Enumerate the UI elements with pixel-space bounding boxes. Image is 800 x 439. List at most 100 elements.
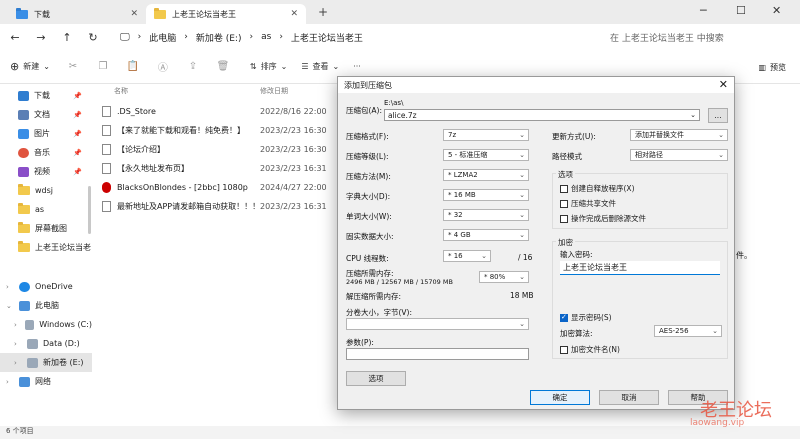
level-select[interactable]: 5 - 标准压缩 ⌄ [443,149,529,161]
enc-method-label: 加密算法: [560,329,593,338]
refresh-icon[interactable]: ↻ [82,31,104,44]
pathmode-value: 相对路径 [635,151,663,159]
archive-label: 压缩包(A): [346,106,383,115]
browse-button[interactable]: ... [708,108,728,123]
chevron-right-icon: › [14,320,17,329]
forward-arrow-icon[interactable]: → [30,31,52,44]
sidebar-item-downloads[interactable]: 下载 📌 [0,86,92,105]
sidebar-label: 下载 [34,91,50,100]
format-select[interactable]: 7z ⌄ [443,129,529,141]
sidebar-item-screenshots[interactable]: 屏幕截图 [0,219,92,238]
mem-percent-select[interactable]: * 80% ⌄ [479,271,529,283]
up-arrow-icon[interactable]: ↑ [56,31,78,44]
close-icon[interactable]: ✕ [719,78,728,91]
rename-icon[interactable]: Ⓐ [156,59,170,74]
chevron-down-icon: ⌄ [280,62,288,71]
chevron-down-icon: ⌄ [332,62,340,71]
sidebar-item-videos[interactable]: 视频 📌 [0,162,92,181]
pathmode-select[interactable]: 相对路径 ⌄ [630,149,728,161]
view-button[interactable]: ☰ 查看 ⌄ [301,61,339,72]
network-icon [19,376,30,387]
password-value: 上老王论坛当老王 [563,263,627,272]
crumb-pc[interactable]: 此电脑 [149,31,176,44]
archive-name-combo[interactable]: alice.7z ⌄ [384,109,700,121]
chevron-down-icon: ⌄ [519,211,525,219]
file-date: 2022/8/16 22:00 [260,107,327,116]
crumb-separator-icon: › [137,32,142,42]
mem-decomp-value: 18 MB [510,291,534,300]
cut-icon[interactable]: ✂ [66,61,80,72]
show-password-checkbox[interactable]: 显示密码(S) [560,312,612,323]
crumb-separator-icon: › [279,32,283,42]
threads-select[interactable]: * 16 ⌄ [443,250,491,262]
delete-icon[interactable]: 🗑 [216,61,230,72]
sidebar-item-network[interactable]: › 网络 [0,372,92,391]
close-tab-icon[interactable]: ✕ [130,9,138,19]
ok-button[interactable]: 确定 [530,390,590,405]
sidebar-item-wdsj[interactable]: wdsj [0,181,92,200]
sidebar-label: Data (D:) [43,339,80,348]
sidebar-item-drive-e[interactable]: › 新加卷 (E:) [0,353,92,372]
sidebar-item-music[interactable]: 音乐 📌 [0,143,92,162]
crumb-current[interactable]: 上老王论坛当老王 [291,31,363,44]
navigation-pane: 下载 📌 文档 📌 图片 📌 音乐 📌 视频 📌 wdsj as 屏幕截图 上老王论坛当老… [0,84,92,426]
level-label: 压缩等级(L): [346,152,389,161]
encryption-group-title: 加密 [556,237,575,248]
options-button[interactable]: 选项 [346,371,406,386]
method-label: 压缩方法(M): [346,172,391,181]
sort-button[interactable]: ⇅ 排序 ⌄ [250,61,287,72]
crumb-as[interactable]: as [261,32,271,42]
dict-select[interactable]: * 16 MB ⌄ [443,189,529,201]
new-tab-icon[interactable]: + [318,5,328,19]
preview-button[interactable]: ▥ 预览 [758,62,786,73]
back-arrow-icon[interactable]: ← [4,31,26,44]
more-button[interactable]: ··· [353,62,361,71]
minimize-button[interactable]: ─ [700,4,707,17]
password-input[interactable]: 上老王论坛当老王 [560,261,720,275]
delete-source-checkbox[interactable]: 操作完成后删除源文件 [560,213,646,224]
sidebar-item-drive-c[interactable]: › Windows (C:) [0,315,92,334]
crumb-drive[interactable]: 新加卷 (E:) [196,31,242,44]
encrypt-names-checkbox[interactable]: 加密文件名(N) [560,344,620,355]
column-header-date[interactable]: 修改日期 [260,86,288,96]
folder-icon [154,7,166,19]
view-label: 查看 [312,62,329,71]
checkbox-icon [560,199,568,208]
shared-files-checkbox[interactable]: 压缩共享文件 [560,198,616,209]
paste-icon[interactable]: 📋 [126,61,140,72]
folder-icon [18,241,30,252]
sidebar-item-as[interactable]: as [0,200,92,219]
sidebar-item-documents[interactable]: 文档 📌 [0,105,92,124]
column-header-name[interactable]: 名称 [114,86,128,96]
split-select[interactable]: ⌄ [346,318,529,330]
sidebar-item-pictures[interactable]: 图片 📌 [0,124,92,143]
close-window-button[interactable]: ✕ [772,4,781,17]
word-select[interactable]: * 32 ⌄ [443,209,529,221]
sidebar-item-this-pc[interactable]: ⌄ 此电脑 [0,296,92,315]
download-folder-icon [16,7,28,19]
sidebar-item-drive-d[interactable]: › Data (D:) [0,334,92,353]
cancel-button[interactable]: 取消 [599,390,659,405]
search-input[interactable]: 在 上老王论坛当老王 中搜索 [600,28,796,46]
sidebar-item-onedrive[interactable]: › OneDrive [0,277,92,296]
tab-current-folder[interactable]: 上老王论坛当老王 ✕ [146,4,306,24]
tab-downloads[interactable]: 下载 ✕ [8,4,146,24]
enc-method-select[interactable]: AES-256 ⌄ [654,325,722,337]
new-button[interactable]: ⊕ 新建 ⌄ [10,60,50,73]
options-group-title: 选项 [556,169,575,180]
update-select[interactable]: 添加并替换文件 ⌄ [630,129,728,141]
sidebar-item-current[interactable]: 上老王论坛当老 [0,238,92,257]
breadcrumb[interactable]: 🖵 › 此电脑 › 新加卷 (E:) › as › 上老王论坛当老王 [120,28,590,46]
method-select[interactable]: * LZMA2 ⌄ [443,169,529,181]
chevron-down-icon: ⌄ [690,111,696,119]
params-input[interactable] [346,348,529,360]
sidebar-scrollbar[interactable] [88,186,91,234]
sfx-checkbox[interactable]: 创建自释放程序(X) [560,183,635,194]
copy-icon[interactable]: ❐ [96,61,110,72]
checkbox-label: 创建自释放程序(X) [571,184,635,193]
solid-select[interactable]: * 4 GB ⌄ [443,229,529,241]
method-value: * LZMA2 [448,171,478,179]
close-tab-icon[interactable]: ✕ [290,9,298,19]
share-icon[interactable]: ⇪ [186,61,200,72]
maximize-button[interactable]: ☐ [736,4,746,17]
